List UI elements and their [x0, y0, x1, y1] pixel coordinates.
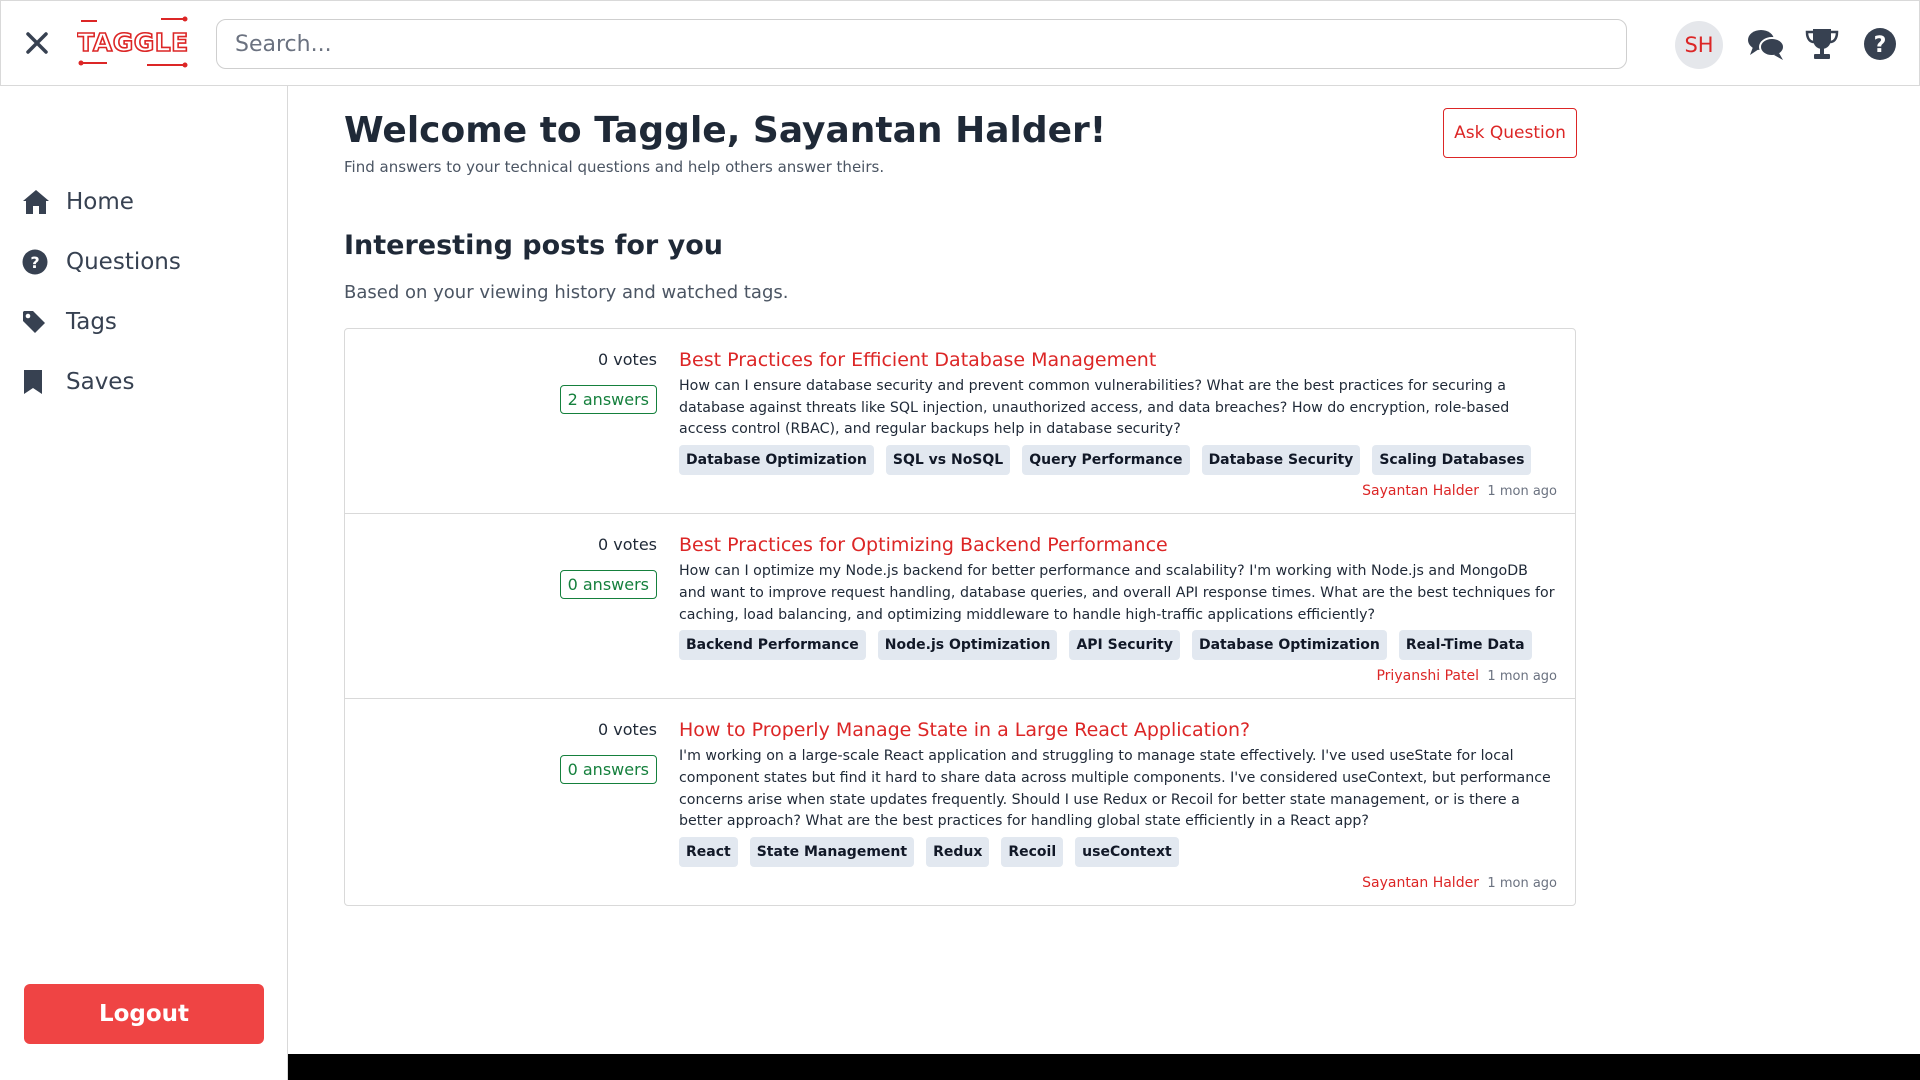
post-content: How to Properly Manage State in a Large …	[679, 699, 1575, 905]
svg-text:?: ?	[1874, 33, 1887, 58]
vote-count: 0 votes	[598, 720, 657, 740]
post-excerpt: I'm working on a large-scale React appli…	[679, 748, 1551, 830]
tag-chip[interactable]: Database Security	[1201, 445, 1361, 476]
page-subtitle: Find answers to your technical questions…	[344, 158, 885, 176]
taggle-logo[interactable]: TAGGLE	[77, 15, 189, 71]
tag-chip[interactable]: Backend Performance	[679, 630, 866, 661]
post-title-link[interactable]: Best Practices for Optimizing Backend Pe…	[679, 532, 1557, 558]
post-stats: 0 votes 0 answers	[345, 719, 657, 785]
sidebar-item-label: Tags	[66, 309, 117, 335]
question-circle-icon: ?	[22, 249, 48, 275]
tag-list: Database Optimization SQL vs NoSQL Query…	[679, 445, 1557, 476]
post-stats: 0 votes 2 answers	[345, 349, 657, 414]
tag-list: Backend Performance Node.js Optimization…	[679, 630, 1557, 661]
logout-button[interactable]: Logout	[24, 984, 264, 1044]
tag-chip[interactable]: SQL vs NoSQL	[885, 445, 1011, 476]
sidebar-item-tags[interactable]: Tags	[22, 302, 117, 342]
sidebar-item-label: Home	[66, 189, 134, 215]
tag-chip[interactable]: Real-Time Data	[1398, 630, 1532, 661]
search-input[interactable]	[216, 19, 1627, 69]
answer-count-badge: 2 answers	[559, 385, 657, 414]
sidebar: Home ? Questions Tags Saves Logout	[0, 86, 288, 1080]
answer-count-badge: 0 answers	[559, 755, 657, 785]
tag-chip[interactable]: Query Performance	[1022, 445, 1190, 476]
chat-icon[interactable]	[1747, 27, 1785, 61]
home-icon	[23, 190, 49, 214]
tag-chip[interactable]: Scaling Databases	[1372, 445, 1532, 476]
post-item: 0 votes 0 answers Best Practices for Opt…	[345, 514, 1575, 700]
sidebar-item-questions[interactable]: ? Questions	[22, 242, 181, 282]
author-link[interactable]: Priyanshi Patel	[1376, 668, 1478, 684]
post-item: 0 votes 2 answers Best Practices for Eff…	[345, 329, 1575, 515]
post-timestamp: 1 mon ago	[1487, 876, 1557, 892]
trophy-icon[interactable]	[1805, 27, 1839, 61]
tag-chip[interactable]: State Management	[749, 837, 915, 868]
section-subtitle: Based on your viewing history and watche…	[344, 282, 789, 303]
post-meta: Sayantan Halder 1 mon ago	[679, 875, 1557, 891]
tag-chip[interactable]: Database Optimization	[679, 445, 874, 476]
tag-chip[interactable]: useContext	[1075, 837, 1179, 868]
post-content: Best Practices for Efficient Database Ma…	[679, 329, 1575, 513]
sidebar-item-saves[interactable]: Saves	[22, 362, 134, 402]
tag-chip[interactable]: Recoil	[1001, 837, 1064, 868]
post-meta: Sayantan Halder 1 mon ago	[679, 483, 1557, 499]
close-icon[interactable]	[23, 29, 51, 57]
page-title: Welcome to Taggle, Sayantan Halder!	[344, 110, 1107, 151]
help-icon[interactable]: ?	[1863, 27, 1897, 61]
sidebar-item-label: Saves	[66, 369, 135, 395]
sidebar-item-label: Questions	[66, 249, 181, 275]
post-stats: 0 votes 0 answers	[345, 534, 657, 600]
vote-count: 0 votes	[598, 350, 657, 369]
author-link[interactable]: Sayantan Halder	[1362, 483, 1479, 499]
tag-chip[interactable]: Database Optimization	[1191, 630, 1387, 661]
post-list: 0 votes 2 answers Best Practices for Eff…	[344, 328, 1576, 907]
post-title-link[interactable]: Best Practices for Efficient Database Ma…	[679, 347, 1557, 373]
tag-chip[interactable]: React	[679, 837, 738, 868]
page-footer	[288, 1054, 1920, 1080]
tag-chip[interactable]: Node.js Optimization	[877, 630, 1058, 661]
post-excerpt: How can I optimize my Node.js backend fo…	[679, 563, 1555, 623]
post-meta: Priyanshi Patel 1 mon ago	[679, 668, 1557, 684]
avatar[interactable]: SH	[1675, 21, 1723, 69]
logo-text: TAGGLE	[77, 28, 189, 57]
author-link[interactable]: Sayantan Halder	[1362, 875, 1479, 891]
svg-text:?: ?	[30, 253, 39, 272]
sidebar-item-home[interactable]: Home	[22, 182, 134, 222]
post-timestamp: 1 mon ago	[1487, 669, 1557, 685]
answer-count-badge: 0 answers	[559, 570, 657, 600]
ask-question-button[interactable]: Ask Question	[1443, 108, 1577, 158]
vote-count: 0 votes	[598, 535, 657, 555]
bookmark-icon	[24, 370, 42, 394]
post-excerpt: How can I ensure database security and p…	[679, 378, 1510, 438]
tag-chip[interactable]: API Security	[1069, 630, 1180, 661]
top-header: TAGGLE SH ?	[0, 0, 1920, 86]
post-item: 0 votes 0 answers How to Properly Manage…	[345, 699, 1575, 905]
tag-list: React State Management Redux Recoil useC…	[679, 837, 1557, 868]
tag-chip[interactable]: Redux	[926, 837, 990, 868]
post-title-link[interactable]: How to Properly Manage State in a Large …	[679, 717, 1557, 743]
post-timestamp: 1 mon ago	[1487, 484, 1557, 500]
post-content: Best Practices for Optimizing Backend Pe…	[679, 514, 1575, 698]
section-title: Interesting posts for you	[344, 230, 724, 261]
tag-icon	[23, 311, 45, 333]
